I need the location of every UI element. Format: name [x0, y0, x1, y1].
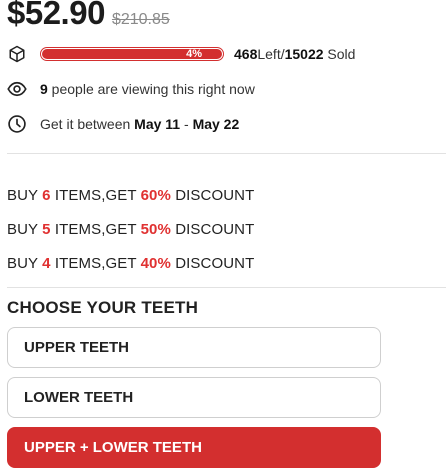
discount-text: BUY — [7, 187, 43, 204]
shipping-end-date: May 22 — [192, 116, 240, 132]
box-icon — [7, 44, 27, 64]
discount-tier: BUY 4 ITEMS,GET 40% DISCOUNT — [7, 255, 254, 272]
current-price: $52.90 — [7, 0, 105, 31]
price-row: $52.90 $210.85 — [7, 0, 170, 32]
stock-sold-count: 15022 — [284, 46, 324, 62]
option-upper-lower-teeth[interactable]: UPPER + LOWER TEETH — [7, 427, 381, 468]
discount-tier: BUY 5 ITEMS,GET 50% DISCOUNT — [7, 221, 254, 238]
discount-text: DISCOUNT — [170, 187, 255, 204]
discount-percent: 50% — [140, 221, 171, 238]
stock-left-label: Left — [257, 46, 281, 62]
option-lower-teeth[interactable]: LOWER TEETH — [7, 377, 381, 418]
choose-teeth-heading: CHOOSE YOUR TEETH — [7, 298, 199, 317]
discount-text: DISCOUNT — [170, 255, 255, 272]
shipping-start-date: May 11 — [134, 116, 181, 132]
discount-percent: 40% — [140, 255, 171, 272]
discount-text: ITEMS,GET — [50, 255, 141, 272]
discount-text: DISCOUNT — [170, 221, 255, 238]
stock-progress-fill: 4% — [42, 48, 222, 60]
viewers-count: 9 — [40, 81, 48, 97]
discount-text: ITEMS,GET — [50, 221, 141, 238]
discount-qty: 5 — [42, 221, 51, 238]
stock-progress-label: 4% — [186, 48, 202, 60]
stock-sold-label: Sold — [323, 46, 356, 62]
shipping-prefix: Get it between — [40, 116, 135, 132]
discount-percent: 60% — [140, 187, 171, 204]
stock-row: 4% 468 Left / 15022 Sold — [7, 44, 355, 64]
discount-tier: BUY 6 ITEMS,GET 60% DISCOUNT — [7, 187, 254, 204]
option-upper-teeth[interactable]: UPPER TEETH — [7, 327, 381, 368]
discount-qty: 4 — [42, 255, 51, 272]
discount-qty: 6 — [42, 187, 51, 204]
discount-text: BUY — [7, 221, 43, 238]
viewers-text: people are viewing this right now — [47, 81, 255, 97]
shipping-separator: - — [180, 116, 193, 132]
original-price: $210.85 — [111, 11, 170, 28]
discount-text: BUY — [7, 255, 43, 272]
eye-icon — [7, 79, 27, 99]
divider — [7, 287, 446, 288]
discount-text: ITEMS,GET — [50, 187, 141, 204]
clock-icon — [7, 114, 27, 134]
stock-progress-bar: 4% — [40, 47, 224, 61]
divider — [7, 153, 446, 154]
stock-left-count: 468 — [234, 46, 258, 62]
viewers-row: 9 people are viewing this right now — [7, 79, 255, 99]
shipping-row: Get it between May 11 - May 22 — [7, 114, 239, 134]
